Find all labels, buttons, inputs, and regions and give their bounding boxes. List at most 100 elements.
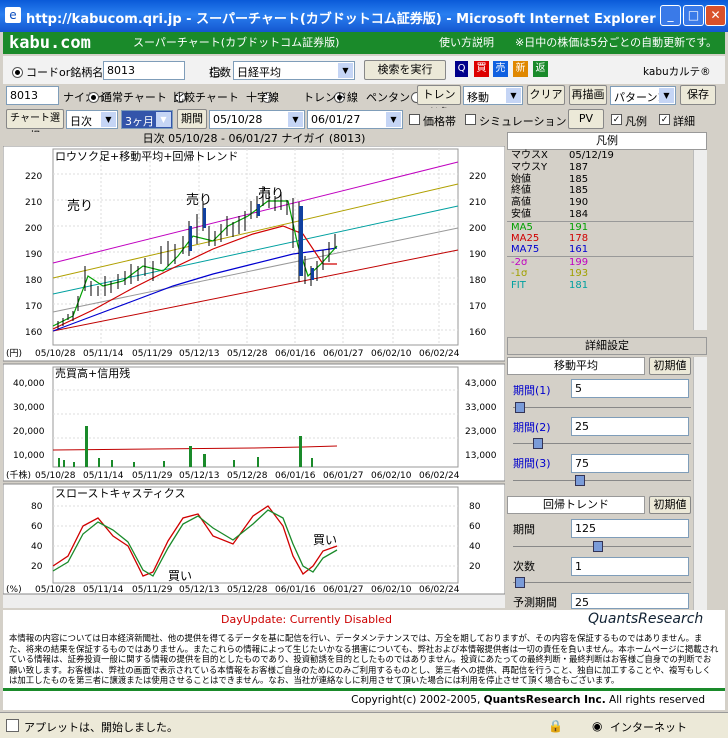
kabu-logo: kabu.com: [9, 33, 91, 53]
applet-icon: [6, 719, 19, 732]
svg-text:05/11/14: 05/11/14: [83, 471, 124, 481]
sell-label-3: 売り: [258, 186, 284, 202]
xtick: 06/02/10: [371, 349, 412, 359]
svg-text:06/01/27: 06/01/27: [323, 471, 363, 481]
maximize-button[interactable]: □: [683, 5, 704, 26]
predict-label: 予測期間: [513, 596, 557, 609]
svg-text:05/10/28: 05/10/28: [35, 471, 76, 481]
reg-period-label: 期間: [513, 523, 535, 536]
legend-key: 始値: [511, 173, 531, 185]
ytick-right: 160: [469, 328, 486, 338]
detail-checkbox[interactable]: ✓: [659, 114, 670, 125]
legend-value: 178: [569, 232, 589, 244]
ma-p1-input[interactable]: 5: [571, 379, 689, 398]
trend-color-button[interactable]: トレンド色: [417, 85, 461, 119]
minimize-button[interactable]: _: [660, 5, 681, 26]
charts-svg[interactable]: 売り 売り 売り ロウソク足+移動平均+回帰トレンド 220 210 200 190 1…: [3, 146, 505, 608]
badge-q[interactable]: Q: [455, 61, 468, 77]
legend-value: 161: [569, 244, 589, 256]
badge-new[interactable]: 新: [513, 61, 528, 77]
legend-key: MA25: [511, 232, 540, 244]
zone-text: インターネット: [610, 721, 687, 734]
ma-p2-input[interactable]: 25: [571, 417, 689, 436]
svg-text:60: 60: [469, 522, 481, 532]
settings-title: 詳細設定: [507, 337, 707, 355]
xtick: 05/11/14: [83, 349, 124, 359]
legend-row: FIT 181: [507, 280, 693, 292]
legend-panel: 凡例 マウスX 05/12/19 マウスY 187 始値 185 終値 185 高値 190 安値 1…: [507, 132, 707, 332]
legend-key: FIT: [511, 279, 526, 291]
reg-init-button[interactable]: 初期値: [649, 496, 691, 514]
badge-buy[interactable]: 買: [474, 61, 489, 77]
legend-scrollbar[interactable]: [693, 150, 707, 330]
chart-select-button[interactable]: チャート選択: [6, 109, 64, 142]
svg-text:40: 40: [469, 542, 481, 552]
svg-text:06/01/16: 06/01/16: [275, 471, 316, 481]
legend-key: 終値: [511, 185, 531, 197]
ytick: 200: [25, 224, 42, 234]
ytick-right: 200: [469, 224, 486, 234]
legend-row: MA75 161: [507, 244, 693, 256]
svg-text:05/11/29: 05/11/29: [132, 471, 173, 481]
close-button[interactable]: ✕: [705, 5, 726, 26]
range-select[interactable]: 3ヶ月: [121, 110, 173, 129]
ma-init-button[interactable]: 初期値: [649, 357, 691, 375]
legend-checkbox[interactable]: ✓: [611, 114, 622, 125]
svg-text:80: 80: [469, 502, 481, 512]
legend-row: -1σ 193: [507, 268, 693, 280]
dayupdate-status: DayUpdate: Currently Disabled: [221, 613, 392, 626]
clear-button[interactable]: クリア: [527, 85, 565, 105]
order-input[interactable]: 1: [571, 557, 689, 576]
legend-rows: マウスX 05/12/19 マウスY 187 始値 185 終値 185 高値 190 安値 184 M…: [507, 150, 693, 330]
save-button[interactable]: 保存: [680, 85, 716, 105]
stock-code-field[interactable]: 8013: [6, 86, 59, 105]
period-row: チャート選択 日次 3ヶ月 期間 05/10/28 06/01/27 価格帯 シ…: [3, 108, 725, 142]
detail-check-label: 詳細: [673, 115, 695, 128]
simulation-checkbox[interactable]: [465, 114, 476, 125]
vol-ytick-right: 13,000: [465, 451, 497, 461]
normal-chart-radio[interactable]: [88, 91, 99, 103]
code-input[interactable]: 8013: [103, 61, 185, 80]
xtick: 06/02/24: [419, 349, 460, 359]
legend-key: マウスY: [511, 161, 548, 173]
predict-input[interactable]: 25: [571, 593, 689, 609]
ytick-right: 190: [469, 250, 486, 260]
ma-p3-input[interactable]: 75: [571, 454, 689, 473]
quants-logo: QuantsResearch: [588, 611, 704, 627]
ma-p1-slider[interactable]: [513, 402, 691, 414]
xtick: 05/12/28: [227, 349, 268, 359]
xtick: 05/10/28: [35, 349, 76, 359]
legend-key: マウスX: [511, 150, 548, 161]
code-radio[interactable]: [12, 66, 23, 78]
ytick-right: 220: [469, 172, 486, 182]
ma-p2-label: 期間(2): [513, 421, 551, 434]
legend-value: 190: [569, 197, 589, 209]
pv-button[interactable]: PV: [568, 109, 604, 129]
karte-link[interactable]: kabuカルテ®: [643, 64, 711, 79]
reg-period-input[interactable]: 125: [571, 519, 689, 538]
chart-hscroll[interactable]: [3, 594, 505, 608]
reg-period-slider[interactable]: [513, 541, 691, 553]
ytick: 160: [25, 328, 42, 338]
ma-p3-slider[interactable]: [513, 475, 691, 487]
settings-scrollbar[interactable]: [693, 357, 707, 610]
legend-value: 05/12/19: [569, 150, 614, 161]
price-band-checkbox[interactable]: [409, 114, 420, 125]
badge-sell[interactable]: 売: [493, 61, 508, 77]
index-select[interactable]: 日経平均: [233, 61, 355, 80]
period-type-select[interactable]: 日次: [66, 110, 118, 129]
search-run-button[interactable]: 検索を実行: [364, 60, 446, 80]
ytick-right: 180: [469, 276, 486, 286]
to-date-select[interactable]: 06/01/27: [307, 110, 403, 129]
pattern-select[interactable]: パターン1: [610, 86, 676, 105]
legend-key: 安値: [511, 208, 531, 220]
ma-p2-slider[interactable]: [513, 438, 691, 450]
from-date-select[interactable]: 05/10/28: [209, 110, 305, 129]
order-slider[interactable]: [513, 577, 691, 589]
howto-link[interactable]: 使い方説明: [439, 36, 494, 49]
redraw-button[interactable]: 再描画: [569, 85, 607, 105]
badge-return[interactable]: 返: [533, 61, 548, 77]
move-select[interactable]: 移動: [463, 86, 523, 105]
period-label-button[interactable]: 期間: [177, 109, 207, 129]
price-unit: (円): [6, 348, 22, 359]
